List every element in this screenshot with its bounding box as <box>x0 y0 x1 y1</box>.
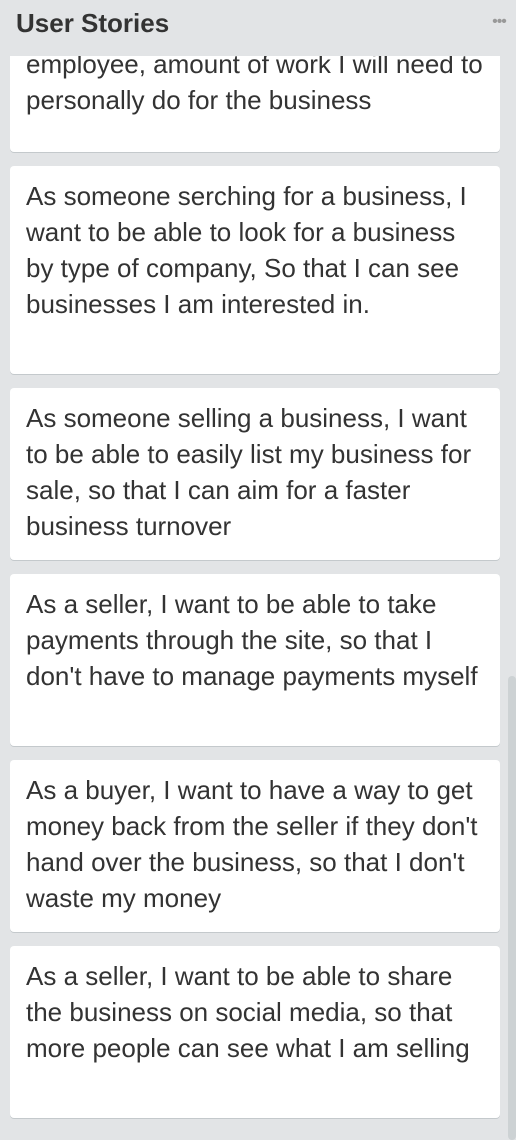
list-header: User Stories ••• <box>0 0 516 56</box>
story-card[interactable]: As someone serching for a business, I wa… <box>10 166 500 374</box>
story-card[interactable]: As someone selling a business, I want to… <box>10 388 500 560</box>
list-scrollbar[interactable] <box>508 676 516 1140</box>
list-column: User Stories ••• employee, amount of wor… <box>0 0 516 1140</box>
story-card[interactable]: As a buyer, I want to have a way to get … <box>10 760 500 932</box>
card-text: As a seller, I want to be able to take p… <box>26 589 478 691</box>
card-text: As someone selling a business, I want to… <box>26 403 472 541</box>
story-card[interactable]: As a seller, I want to be able to share … <box>10 946 500 1118</box>
cards-container: employee, amount of work I will need to … <box>0 56 516 1140</box>
more-options-icon[interactable]: ••• <box>488 12 510 32</box>
story-card[interactable]: As a seller, I want to be able to take p… <box>10 574 500 746</box>
story-card[interactable]: employee, amount of work I will need to … <box>10 56 500 152</box>
card-text: As someone serching for a business, I wa… <box>26 181 467 319</box>
list-title[interactable]: User Stories <box>16 6 169 40</box>
card-text: employee, amount of work I will need to … <box>26 56 483 115</box>
card-text: As a buyer, I want to have a way to get … <box>26 775 478 913</box>
card-text: As a seller, I want to be able to share … <box>26 961 470 1063</box>
